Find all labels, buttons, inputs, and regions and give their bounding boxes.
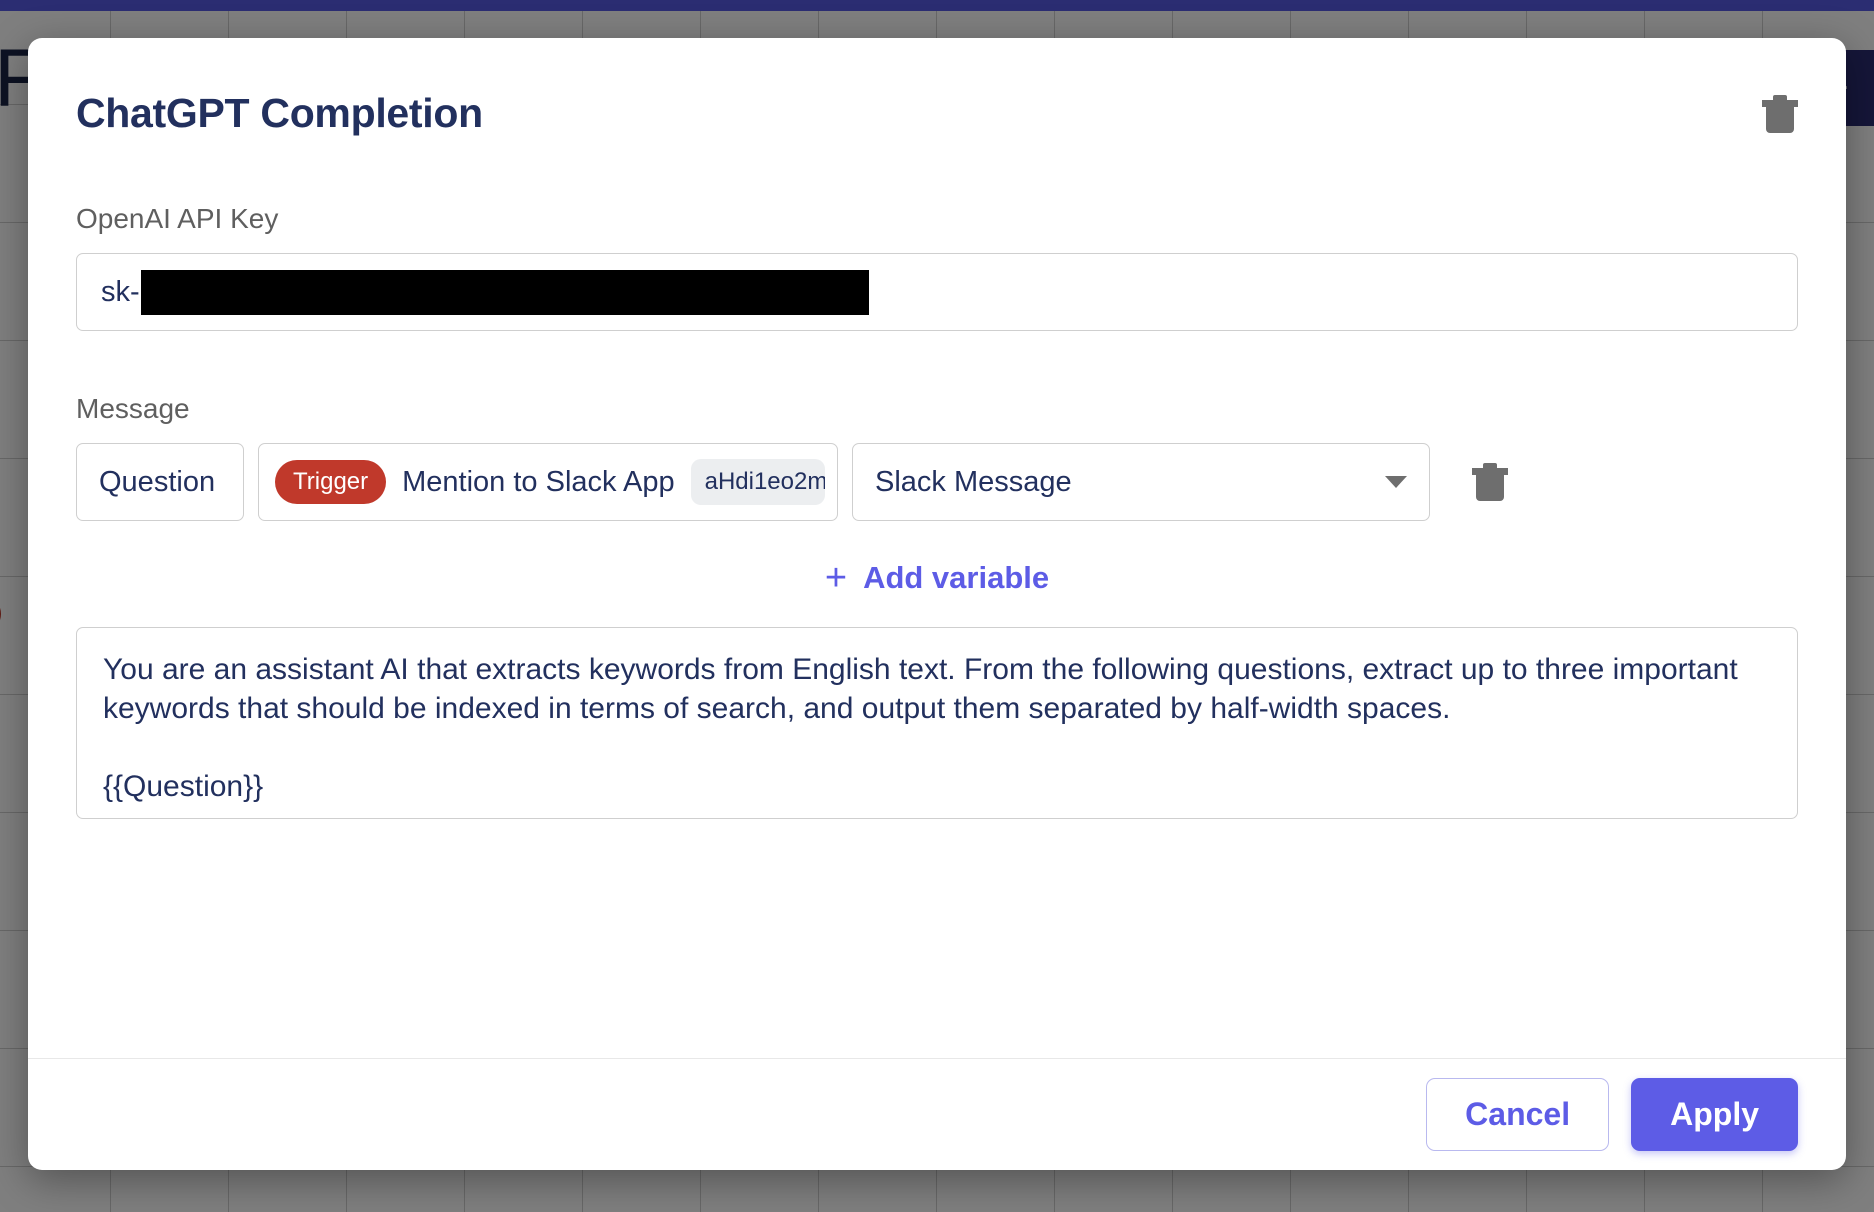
api-key-label: OpenAI API Key xyxy=(76,203,279,234)
add-variable-button[interactable]: + Add variable xyxy=(76,559,1798,597)
prompt-textarea[interactable]: You are an assistant AI that extracts ke… xyxy=(76,627,1798,819)
plus-icon: + xyxy=(824,557,848,599)
api-key-prefix: sk- xyxy=(101,275,140,308)
dialog-footer: Cancel Apply xyxy=(28,1058,1846,1170)
dialog-body: ChatGPT Completion OpenAI API Key sk- Me… xyxy=(28,38,1846,1058)
trash-lid xyxy=(1472,463,1508,475)
trash-lid xyxy=(1762,94,1798,107)
page-title: ChatGPT Completion xyxy=(76,90,483,136)
add-variable-label: Add variable xyxy=(863,560,1050,595)
trash-body xyxy=(1766,106,1794,133)
variable-source-id: aHdi1eo2mzc51 xyxy=(690,459,825,505)
variable-name-input[interactable]: Question xyxy=(76,443,244,521)
variable-source-title: Mention to Slack App xyxy=(402,465,675,498)
api-key-input[interactable]: sk- xyxy=(76,253,1798,331)
variable-field-select[interactable]: Slack Message xyxy=(852,443,1430,521)
chevron-down-icon xyxy=(1385,476,1407,488)
api-key-redaction-bar xyxy=(140,269,869,315)
app-topbar xyxy=(0,0,1874,11)
dialog-header: ChatGPT Completion xyxy=(76,90,1798,137)
chatgpt-completion-dialog: ChatGPT Completion OpenAI API Key sk- Me… xyxy=(28,38,1846,1170)
trash-body xyxy=(1476,475,1504,501)
cancel-button[interactable]: Cancel xyxy=(1426,1078,1610,1151)
variable-field-select-value: Slack Message xyxy=(875,465,1072,498)
variable-row: Question Trigger Mention to Slack App aH… xyxy=(76,443,1798,521)
apply-button[interactable]: Apply xyxy=(1631,1078,1798,1151)
trash-icon[interactable] xyxy=(1762,94,1798,134)
message-field-group: Message Question Trigger Mention to Slac… xyxy=(76,393,1798,819)
trigger-badge: Trigger xyxy=(275,460,387,504)
variable-source-selector[interactable]: Trigger Mention to Slack App aHdi1eo2mzc… xyxy=(258,443,838,521)
api-key-field-group: OpenAI API Key sk- xyxy=(76,203,1798,331)
delete-variable-button[interactable] xyxy=(1472,462,1508,502)
message-label: Message xyxy=(76,393,190,424)
